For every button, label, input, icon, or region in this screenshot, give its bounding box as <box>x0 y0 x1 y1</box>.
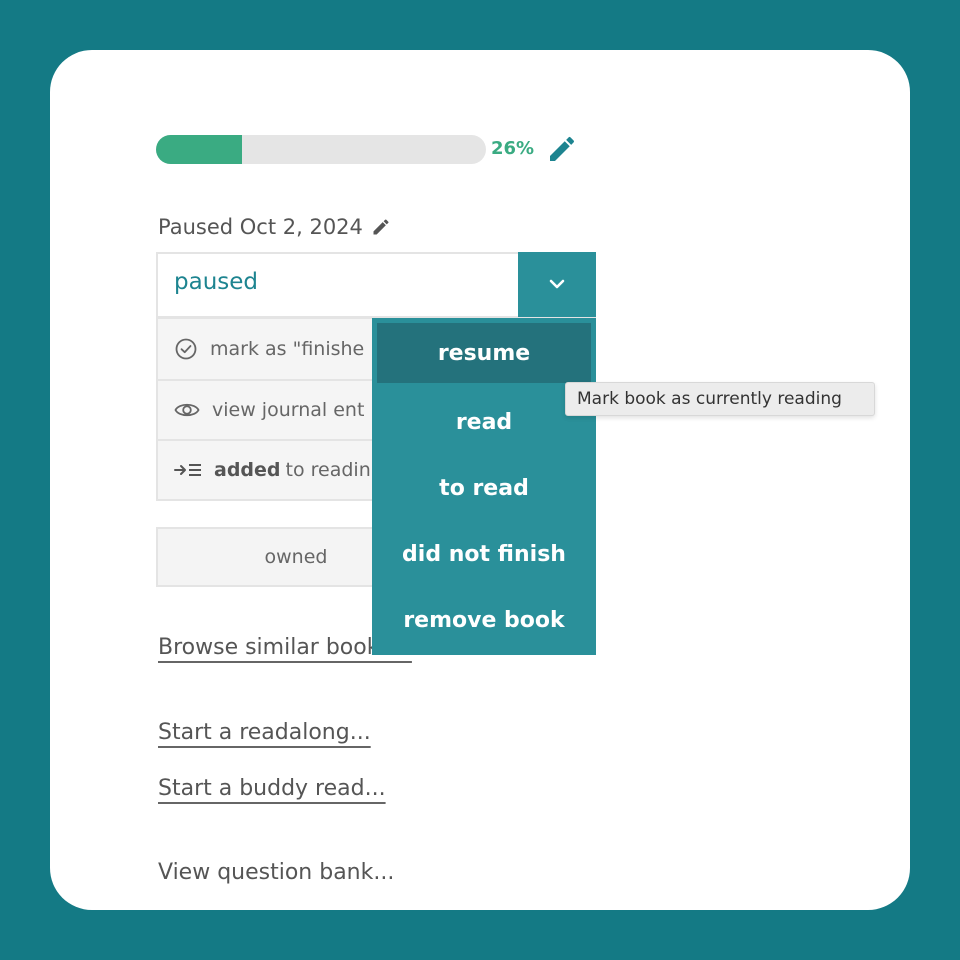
check-circle-icon <box>175 338 197 360</box>
start-readalong-link[interactable]: Start a readalong... <box>158 720 371 745</box>
progress-percent: 26% <box>491 138 535 159</box>
menu-item-did-not-finish[interactable]: did not finish <box>372 521 596 587</box>
menu-item-to-read[interactable]: to read <box>372 455 596 521</box>
status-date-text: Paused Oct 2, 2024 <box>158 215 363 239</box>
status-select-toggle[interactable] <box>518 252 596 318</box>
menu-item-remove-book[interactable]: remove book <box>372 587 596 653</box>
edit-date-icon[interactable] <box>371 217 391 237</box>
resume-tooltip: Mark book as currently reading <box>565 382 875 416</box>
eye-icon <box>174 403 200 417</box>
edit-progress-icon[interactable] <box>546 133 578 165</box>
add-to-list-icon <box>174 464 201 476</box>
added-label-bold: added <box>214 459 281 481</box>
mark-finished-label: mark as "finishe <box>210 338 365 360</box>
view-journal-label: view journal ent <box>212 399 365 421</box>
chevron-down-icon <box>549 279 565 289</box>
status-select-value: paused <box>174 269 259 295</box>
reading-progress-bar[interactable] <box>156 135 486 164</box>
added-label: to readin <box>285 459 371 481</box>
start-buddy-read-link[interactable]: Start a buddy read... <box>158 776 386 801</box>
status-date-line: Paused Oct 2, 2024 <box>158 212 391 242</box>
book-status-card: 26% Paused Oct 2, 2024 paused mark as "f… <box>50 50 910 910</box>
menu-item-resume[interactable]: resume <box>377 323 591 383</box>
status-dropdown-menu: resume read to read did not finish remov… <box>372 318 596 655</box>
question-bank-link[interactable]: View question bank... <box>158 860 394 885</box>
reading-progress-fill <box>156 135 242 164</box>
menu-item-read[interactable]: read <box>372 389 596 455</box>
